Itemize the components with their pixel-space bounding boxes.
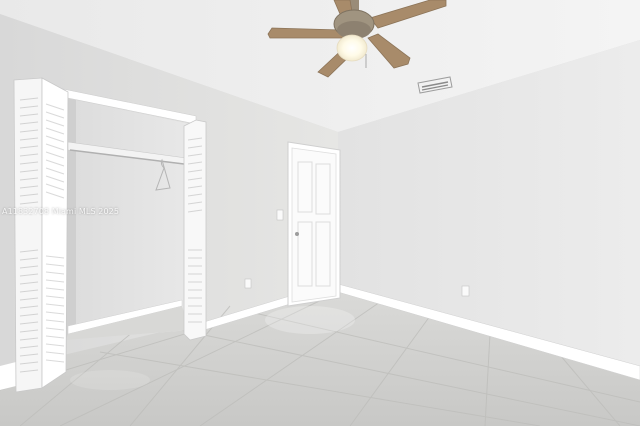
floor-reflection [70,370,150,390]
bifold-door-left [13,77,69,393]
door-knob [295,232,299,236]
interior-door [287,141,341,307]
wall-outlet [244,278,252,289]
mls-watermark: A11832708 Miami MLS 2025 [2,207,120,216]
light-switch [276,209,284,221]
fan-blade [267,27,345,39]
floor-reflection [265,306,355,334]
wall-outlet [461,285,470,297]
fan-light [336,34,368,62]
room-photo: A11832708 Miami MLS 2025 [0,0,640,426]
bifold-door-right [183,119,207,341]
baseboard [0,362,16,390]
